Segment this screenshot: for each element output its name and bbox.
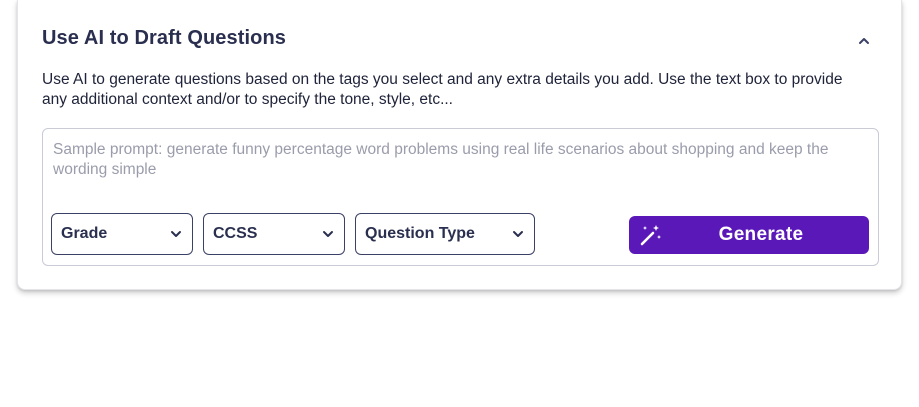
collapse-button[interactable]	[851, 28, 877, 54]
generate-button[interactable]: Generate	[629, 216, 869, 254]
grade-select-label: Grade	[61, 225, 108, 242]
ai-draft-panel: Use AI to Draft Questions Use AI to gene…	[17, 0, 902, 290]
generate-button-label: Generate	[718, 224, 804, 245]
panel-description: Use AI to generate questions based on th…	[42, 71, 843, 108]
grade-select[interactable]: Grade	[51, 213, 193, 255]
chevron-down-icon	[169, 229, 183, 239]
prompt-container: Grade CCSS Question Type Gener	[42, 128, 879, 266]
chevron-down-icon	[511, 229, 525, 239]
panel-title: Use AI to Draft Questions	[42, 27, 287, 49]
prompt-input[interactable]	[43, 129, 878, 207]
chevron-up-icon	[859, 38, 869, 44]
ccss-select-label: CCSS	[213, 225, 258, 242]
chevron-down-icon	[321, 229, 335, 239]
ccss-select[interactable]: CCSS	[203, 213, 345, 255]
question-type-select-label: Question Type	[365, 225, 475, 242]
question-type-select[interactable]: Question Type	[355, 213, 535, 255]
